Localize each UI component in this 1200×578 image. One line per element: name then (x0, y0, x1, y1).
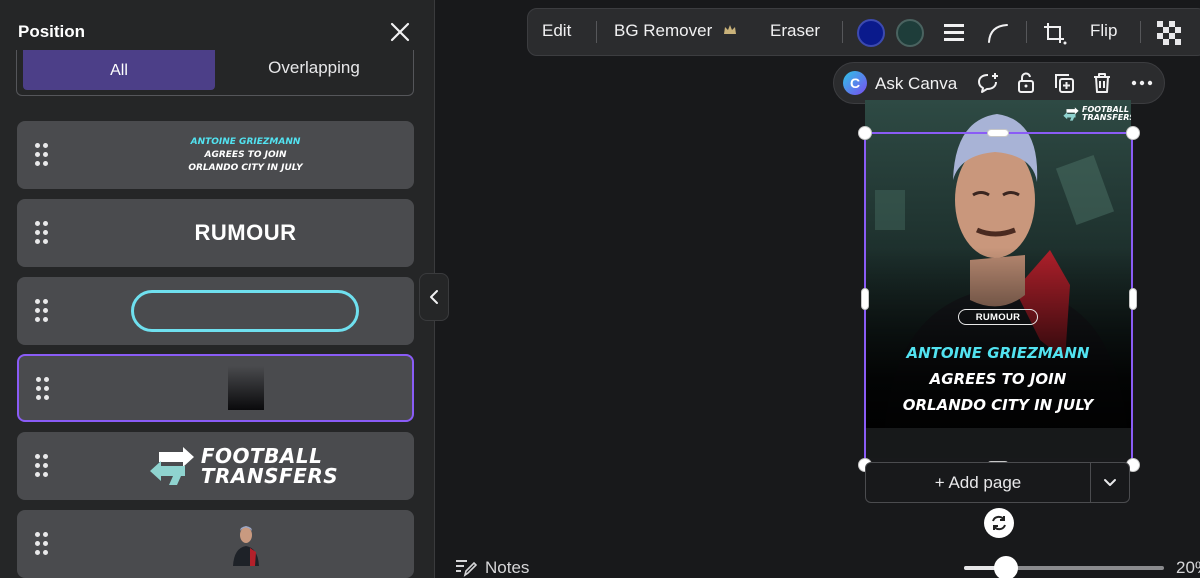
notes-button[interactable]: Notes (455, 558, 529, 578)
crop-icon[interactable] (1042, 21, 1068, 50)
headline-line: ORLANDO CITY IN JULY (188, 162, 303, 173)
rumour-badge: RUMOUR (958, 309, 1038, 325)
trash-icon[interactable] (1090, 71, 1114, 95)
collapse-panel-button[interactable] (419, 273, 449, 321)
headline-line: ANTOINE GRIEZMANN (190, 136, 301, 147)
color-swatch-dark-teal[interactable] (896, 19, 924, 47)
layer-item-logo[interactable]: FOOTBALL TRANSFERS (17, 432, 414, 500)
drag-handle-icon[interactable] (33, 299, 49, 323)
resize-handle-top-left[interactable] (858, 126, 872, 140)
person-photo-thumbnail (232, 526, 259, 566)
layer-item-photo[interactable] (17, 510, 414, 578)
design-page[interactable]: FOOTBALL TRANSFERS RUMOUR ANTOINE GRIEZM… (865, 100, 1131, 428)
canva-editor: Position All Overlapping ANTOINE GRIEZMA… (0, 0, 1200, 578)
layer-thumbnail: ANTOINE GRIEZMANN AGREES TO JOIN ORLANDO… (77, 121, 414, 189)
more-options-icon[interactable] (1130, 71, 1154, 95)
headline-line: AGREES TO JOIN (204, 149, 287, 160)
layer-thumbnail (77, 277, 414, 345)
chevron-left-icon (430, 290, 438, 304)
resize-handle-right[interactable] (1129, 288, 1137, 310)
layer-thumbnail (77, 510, 414, 578)
bg-remover-button[interactable]: BG Remover (614, 21, 737, 41)
position-panel: Position All Overlapping ANTOINE GRIEZMA… (0, 0, 435, 578)
toolbar-divider (1026, 21, 1027, 43)
transfer-arrows-icon (1063, 107, 1079, 121)
lock-icon[interactable] (1014, 71, 1038, 95)
headline-line: ORLANDO CITY IN JULY (902, 396, 1094, 414)
rotate-button[interactable] (984, 508, 1014, 538)
image-toolbar: Edit BG Remover Eraser Flip (527, 8, 1200, 56)
zoom-slider-thumb[interactable] (994, 556, 1018, 578)
add-page-button[interactable]: + Add page (866, 463, 1090, 502)
close-icon[interactable] (386, 18, 414, 46)
crown-icon (723, 25, 736, 34)
headline-thumbnail: ANTOINE GRIEZMANN AGREES TO JOIN ORLANDO… (188, 136, 302, 175)
brand-text: FOOTBALL TRANSFERS (1082, 106, 1131, 122)
toolbar-divider (1140, 21, 1141, 43)
drag-handle-icon[interactable] (33, 143, 49, 167)
brand-line: TRANSFERS (1082, 113, 1131, 122)
headline-text: ANTOINE GRIEZMANN AGREES TO JOIN ORLANDO… (865, 340, 1131, 418)
zoom-level: 20% (1176, 558, 1200, 577)
panel-title: Position (18, 22, 86, 41)
transparency-icon[interactable] (1156, 20, 1182, 51)
headline-line: ANTOINE GRIEZMANN (906, 344, 1090, 362)
element-context-bar: C Ask Canva (833, 62, 1165, 104)
comment-icon[interactable] (976, 71, 1000, 95)
add-page-options-button[interactable] (1091, 463, 1129, 502)
add-page-control: + Add page (865, 462, 1130, 503)
color-swatch-blue[interactable] (857, 19, 885, 47)
chevron-down-icon (1104, 478, 1116, 486)
toolbar-divider (842, 21, 843, 43)
page-bottom-area (865, 428, 1131, 458)
drag-handle-icon[interactable] (33, 221, 49, 245)
resize-handle-top[interactable] (987, 129, 1009, 137)
layer-item-rumour[interactable]: RUMOUR (17, 199, 414, 267)
logo-line: TRANSFERS (200, 464, 339, 488)
layer-thumbnail: RUMOUR (77, 199, 414, 267)
resize-handle-top-right[interactable] (1126, 126, 1140, 140)
layer-thumbnail: FOOTBALL TRANSFERS (77, 432, 414, 500)
layer-item-gradient[interactable] (17, 354, 414, 422)
drag-handle-icon[interactable] (34, 377, 50, 401)
rumour-thumbnail: RUMOUR (194, 220, 297, 245)
duplicate-icon[interactable] (1052, 71, 1076, 95)
tab-overlapping[interactable]: Overlapping (221, 50, 407, 90)
zoom-slider[interactable] (964, 556, 1164, 578)
edit-button[interactable]: Edit (542, 21, 571, 41)
football-transfers-logo: FOOTBALL TRANSFERS (1063, 106, 1131, 122)
toolbar-divider (596, 21, 597, 43)
flip-button[interactable]: Flip (1090, 21, 1117, 41)
resize-handle-left[interactable] (861, 288, 869, 310)
drag-handle-icon[interactable] (33, 454, 49, 478)
notes-label: Notes (485, 558, 530, 577)
pill-shape-thumbnail (130, 290, 359, 332)
corner-rounding-icon[interactable] (986, 22, 1010, 49)
transfer-arrows-icon (149, 447, 194, 485)
ask-canva-button[interactable]: Ask Canva (875, 74, 957, 94)
border-style-icon[interactable] (942, 22, 966, 49)
layer-filter-tabs: All Overlapping (16, 50, 414, 96)
layer-item-pill-shape[interactable] (17, 277, 414, 345)
headline-line: AGREES TO JOIN (929, 370, 1067, 388)
rotate-icon (992, 515, 1006, 531)
bg-remover-label: BG Remover (614, 21, 713, 40)
gradient-thumbnail (227, 366, 264, 410)
drag-handle-icon[interactable] (33, 532, 49, 556)
eraser-button[interactable]: Eraser (770, 21, 820, 41)
logo-line: FOOTBALL (200, 444, 323, 468)
notes-icon (456, 560, 477, 577)
logo-text: FOOTBALL TRANSFERS (201, 446, 338, 486)
tab-all[interactable]: All (23, 50, 215, 90)
logo-thumbnail: FOOTBALL TRANSFERS (149, 446, 338, 486)
layer-item-headline[interactable]: ANTOINE GRIEZMANN AGREES TO JOIN ORLANDO… (17, 121, 414, 189)
layer-thumbnail (79, 356, 412, 420)
canva-assistant-icon: C (843, 71, 867, 95)
